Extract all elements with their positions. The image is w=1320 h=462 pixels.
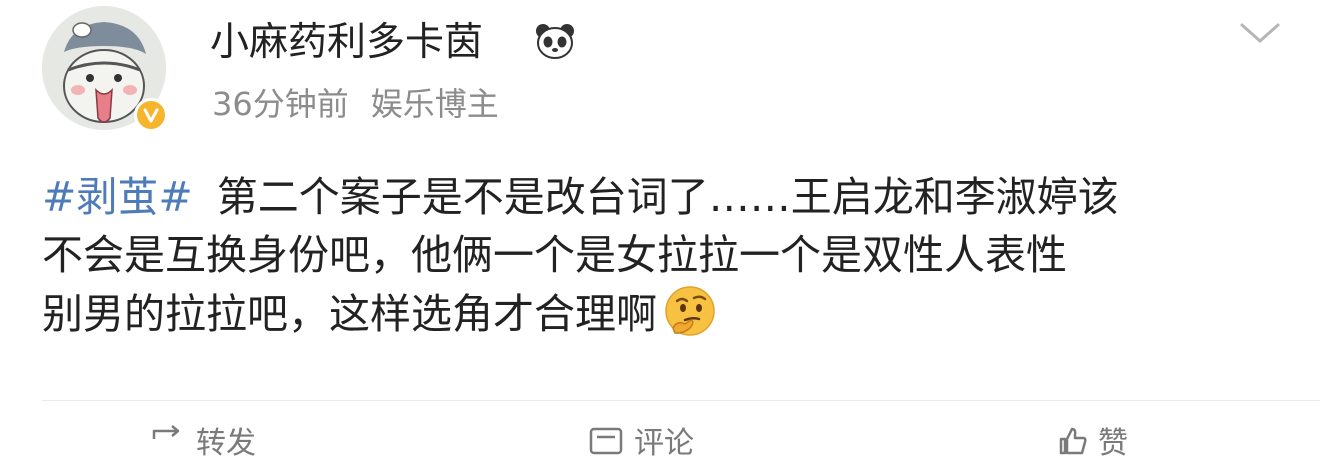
post-text-line-2: 不会是互换身份吧，他俩一个是女拉拉一个是双性人表性 bbox=[42, 231, 1067, 279]
like-button[interactable]: 赞 bbox=[1058, 418, 1128, 462]
repost-label: 转发 bbox=[196, 426, 256, 461]
author-username[interactable]: 小麻药利多卡茵 bbox=[210, 18, 483, 68]
hashtag-link[interactable]: #剥茧# bbox=[42, 173, 193, 221]
post-line-3: 别男的拉拉吧，这样选角才合理啊 bbox=[42, 284, 1282, 342]
repost-icon bbox=[152, 425, 180, 439]
weibo-post-card: 小麻药利多卡茵 36分钟前 娱乐博主 #剥茧# 第二个案子是不是改台词了……王启龙和… bbox=[0, 0, 1320, 461]
post-content: #剥茧# 第二个案子是不是改台词了……王启龙和李淑婷该 不会是互换身份吧，他俩一个… bbox=[42, 168, 1282, 342]
thinking-face-icon bbox=[665, 286, 715, 336]
chevron-down-icon[interactable] bbox=[1238, 20, 1282, 46]
verified-badge bbox=[134, 98, 168, 132]
comment-label: 评论 bbox=[634, 426, 694, 461]
panda-icon bbox=[536, 24, 574, 59]
verified-v-icon bbox=[143, 108, 159, 123]
like-label: 赞 bbox=[1098, 426, 1128, 461]
action-bar: 转发 评论 赞 bbox=[0, 418, 1320, 461]
post-time[interactable]: 36分钟前 bbox=[212, 85, 349, 123]
divider bbox=[42, 400, 1320, 401]
like-thumb-icon bbox=[1059, 427, 1087, 455]
comment-button[interactable]: 评论 bbox=[588, 418, 694, 462]
post-line-1: #剥茧# 第二个案子是不是改台词了……王启龙和李淑婷该 bbox=[42, 168, 1282, 226]
author-source-label: 娱乐博主 bbox=[370, 85, 499, 123]
avatar[interactable] bbox=[42, 6, 168, 132]
post-text-line-3: 别男的拉拉吧，这样选角才合理啊 bbox=[42, 290, 657, 338]
comment-icon bbox=[589, 427, 623, 455]
post-meta: 36分钟前 娱乐博主 bbox=[212, 82, 499, 126]
post-text-line-1: 第二个案子是不是改台词了……王启龙和李淑婷该 bbox=[216, 173, 1119, 221]
repost-button[interactable]: 转发 bbox=[150, 418, 256, 462]
